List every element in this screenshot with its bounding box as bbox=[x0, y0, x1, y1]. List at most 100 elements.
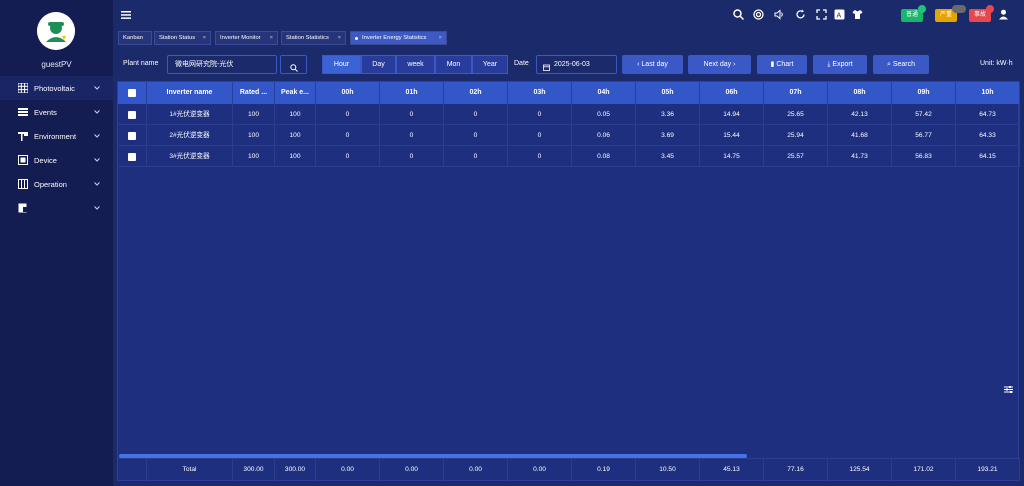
search-icon[interactable] bbox=[733, 9, 745, 21]
plant-name-input[interactable]: 微电网研究院-光伏 bbox=[167, 55, 277, 74]
nav-item-photovoltaic[interactable]: Photovoltaic bbox=[0, 76, 113, 100]
table-cell: 64.15 bbox=[956, 146, 1020, 167]
tab-station-statistics[interactable]: Station Statistics × bbox=[281, 31, 346, 45]
chevron-down-icon bbox=[94, 156, 100, 162]
alarm-severe-dot bbox=[952, 5, 966, 13]
table-cell: 14.75 bbox=[700, 146, 764, 167]
nav-label: Environment bbox=[34, 132, 77, 141]
fullscreen-icon[interactable] bbox=[816, 9, 827, 20]
table-cell: 25.94 bbox=[764, 125, 828, 146]
column-header[interactable]: 02h bbox=[444, 82, 508, 104]
column-header[interactable]: Rated ... bbox=[233, 82, 275, 104]
column-header[interactable]: 10h bbox=[956, 82, 1020, 104]
select-all-checkbox[interactable] bbox=[128, 89, 136, 97]
total-spacer-cell bbox=[118, 459, 147, 481]
chevron-right-icon: › bbox=[731, 61, 736, 68]
translate-icon[interactable]: A bbox=[834, 9, 845, 20]
total-cell: 125.54 bbox=[828, 459, 892, 481]
column-header[interactable]: 09h bbox=[892, 82, 956, 104]
chevron-down-icon bbox=[94, 132, 100, 138]
wind-turbine-icon bbox=[18, 131, 28, 141]
period-day-button[interactable]: Day bbox=[361, 55, 396, 74]
volume-icon[interactable] bbox=[774, 9, 785, 20]
total-cell: 300.00 bbox=[233, 459, 275, 481]
column-header[interactable]: 01h bbox=[380, 82, 444, 104]
table-row[interactable]: 1#光伏逆变器 100 100 0 0 0 0 0.05 3.36 14.94 25.65 42.13… bbox=[118, 104, 1020, 125]
refresh-icon[interactable] bbox=[795, 9, 806, 20]
nav-label: Events bbox=[34, 108, 57, 117]
row-checkbox[interactable] bbox=[128, 153, 136, 161]
table-cell: 0.05 bbox=[572, 104, 636, 125]
export-button[interactable]: ⤓ Export bbox=[813, 55, 867, 74]
plant-search-button[interactable] bbox=[280, 55, 307, 74]
total-cell: 0.00 bbox=[444, 459, 508, 481]
table-cell: 3#光伏逆变器 bbox=[147, 146, 233, 167]
period-year-button[interactable]: Year bbox=[472, 55, 508, 74]
table-cell: 100 bbox=[233, 104, 275, 125]
period-week-button[interactable]: week bbox=[396, 55, 435, 74]
table-row[interactable]: 3#光伏逆变器 100 100 0 0 0 0 0.08 3.45 14.75 25.57 41.73… bbox=[118, 146, 1020, 167]
avatar[interactable] bbox=[37, 12, 75, 50]
tab-kanban[interactable]: Kanban bbox=[118, 31, 152, 45]
table-cell: 0.06 bbox=[572, 125, 636, 146]
tab-inverter-energy-statistics[interactable]: Inverter Energy Statistics × bbox=[350, 31, 447, 45]
table-cell: 3.36 bbox=[636, 104, 700, 125]
table-cell: 41.68 bbox=[828, 125, 892, 146]
life-ring-icon[interactable] bbox=[753, 9, 764, 20]
total-cell: 0.00 bbox=[380, 459, 444, 481]
column-header[interactable]: 08h bbox=[828, 82, 892, 104]
close-icon[interactable]: × bbox=[338, 32, 341, 44]
next-day-button[interactable]: Next day › bbox=[688, 55, 751, 74]
period-month-button[interactable]: Mon bbox=[435, 55, 472, 74]
row-checkbox[interactable] bbox=[128, 132, 136, 140]
search-button[interactable]: ⌕ Search bbox=[873, 55, 929, 74]
total-cell: 10.50 bbox=[636, 459, 700, 481]
last-day-button[interactable]: ‹ Last day bbox=[622, 55, 683, 74]
chevron-down-icon bbox=[94, 108, 100, 114]
column-header[interactable]: 00h bbox=[316, 82, 380, 104]
column-header[interactable]: 06h bbox=[700, 82, 764, 104]
table-cell: 100 bbox=[233, 146, 275, 167]
table-cell: 0 bbox=[444, 104, 508, 125]
nav-item-reports[interactable] bbox=[0, 196, 113, 220]
date-picker[interactable]: 2025-06-03 bbox=[536, 55, 617, 74]
column-header[interactable]: 07h bbox=[764, 82, 828, 104]
nav-item-events[interactable]: Events bbox=[0, 100, 113, 124]
device-box-icon bbox=[18, 155, 28, 165]
column-header[interactable]: 05h bbox=[636, 82, 700, 104]
column-header[interactable]: 04h bbox=[572, 82, 636, 104]
active-dot bbox=[355, 37, 358, 40]
table-cell: 25.57 bbox=[764, 146, 828, 167]
table-cell: 0.08 bbox=[572, 146, 636, 167]
theme-shirt-icon[interactable] bbox=[852, 9, 863, 20]
total-cell: 171.02 bbox=[892, 459, 956, 481]
chart-button[interactable]: ▮ Chart bbox=[757, 55, 807, 74]
table-cell: 100 bbox=[275, 104, 316, 125]
nav-label: Device bbox=[34, 156, 57, 165]
table-cell: 0 bbox=[444, 125, 508, 146]
username: guestPV bbox=[41, 60, 72, 69]
table-cell: 64.33 bbox=[956, 125, 1020, 146]
search-icon bbox=[290, 61, 298, 80]
column-header[interactable]: Inverter name bbox=[147, 82, 233, 104]
tab-station-status[interactable]: Station Status × bbox=[154, 31, 211, 45]
period-hour-button[interactable]: Hour bbox=[322, 55, 361, 74]
nav-item-operation[interactable]: Operation bbox=[0, 172, 113, 196]
table-row[interactable]: 2#光伏逆变器 100 100 0 0 0 0 0.06 3.69 15.44 25.94 41.68… bbox=[118, 125, 1020, 146]
column-header[interactable]: 03h bbox=[508, 82, 572, 104]
chevron-down-icon bbox=[94, 180, 100, 186]
row-checkbox[interactable] bbox=[128, 111, 136, 119]
close-icon[interactable]: × bbox=[439, 32, 442, 44]
tab-inverter-monitor[interactable]: Inverter Monitor × bbox=[215, 31, 278, 45]
close-icon[interactable]: × bbox=[203, 32, 206, 44]
nav-item-environment[interactable]: Environment bbox=[0, 124, 113, 148]
table-cell: 0 bbox=[380, 104, 444, 125]
table-cell: 3.69 bbox=[636, 125, 700, 146]
menu-toggle-icon[interactable] bbox=[121, 11, 131, 19]
column-header[interactable]: Peak e... bbox=[275, 82, 316, 104]
column-settings-icon[interactable] bbox=[1004, 385, 1013, 394]
nav-item-device[interactable]: Device bbox=[0, 148, 113, 172]
close-icon[interactable]: × bbox=[270, 32, 273, 44]
grid-panel-icon bbox=[17, 82, 29, 94]
user-icon[interactable] bbox=[998, 9, 1009, 20]
